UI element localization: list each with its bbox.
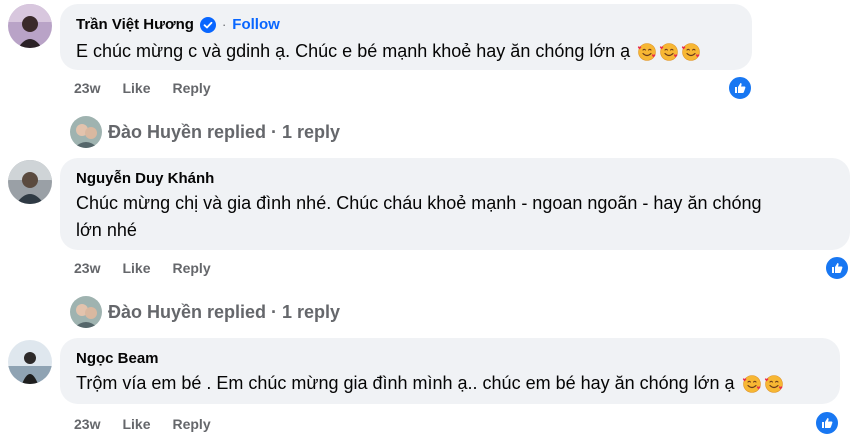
comment-actions: 23w Like Reply xyxy=(74,80,211,96)
comment-author[interactable]: Trần Việt Hương xyxy=(76,16,194,33)
avatar[interactable] xyxy=(8,340,52,384)
like-button[interactable]: Like xyxy=(122,260,150,276)
thumbs-up-icon xyxy=(832,263,843,273)
like-button[interactable]: Like xyxy=(122,416,150,432)
reply-button[interactable]: Reply xyxy=(172,260,210,276)
timestamp[interactable]: 23w xyxy=(74,260,100,276)
emoji-group xyxy=(740,373,784,394)
verified-badge-icon xyxy=(199,16,216,33)
reply-button[interactable]: Reply xyxy=(172,80,210,96)
avatar[interactable] xyxy=(8,4,52,48)
comment-actions: 23w Like Reply xyxy=(74,416,211,432)
comment-author[interactable]: Nguyễn Duy Khánh xyxy=(76,170,214,187)
like-button[interactable]: Like xyxy=(122,80,150,96)
comment-bubble: Nguyễn Duy Khánh Chúc mừng chị và gia đì… xyxy=(60,158,850,250)
like-reaction-badge[interactable] xyxy=(814,410,840,436)
comment-bubble: Ngọc Beam Trộm vía em bé . Em chúc mừng … xyxy=(60,338,840,404)
thumbs-up-icon xyxy=(822,418,833,428)
comment-text-body: E chúc mừng c và gdinh ạ. Chúc e bé mạnh… xyxy=(76,41,631,61)
comment-text: E chúc mừng c và gdinh ạ. Chúc e bé mạnh… xyxy=(76,38,701,65)
replies-label[interactable]: Đào Huyền replied · 1 reply xyxy=(108,302,340,323)
comment-text-line: Chúc mừng chị và gia đình nhé. Chúc cháu… xyxy=(76,193,762,213)
emoji-group xyxy=(635,41,701,62)
smiling-face-with-hearts-icon xyxy=(682,43,701,62)
comment-text-body: Trộm vía em bé . Em chúc mừng gia đình m… xyxy=(76,373,735,393)
like-reaction-badge[interactable] xyxy=(727,75,753,101)
comment-text: Chúc mừng chị và gia đình nhé. Chúc cháu… xyxy=(76,190,762,244)
like-reaction-badge[interactable] xyxy=(824,255,850,281)
view-replies-link[interactable]: Đào Huyền replied · 1 reply xyxy=(70,116,340,148)
separator-dot: · xyxy=(221,17,227,32)
comment-actions: 23w Like Reply xyxy=(74,260,211,276)
comment-text: Trộm vía em bé . Em chúc mừng gia đình m… xyxy=(76,370,784,397)
smiling-face-with-hearts-icon xyxy=(742,375,761,394)
view-replies-link[interactable]: Đào Huyền replied · 1 reply xyxy=(70,296,340,328)
avatar[interactable] xyxy=(8,160,52,204)
smiling-face-with-hearts-icon xyxy=(660,43,679,62)
comment-text-line: lớn nhé xyxy=(76,220,137,240)
replies-label[interactable]: Đào Huyền replied · 1 reply xyxy=(108,122,340,143)
timestamp[interactable]: 23w xyxy=(74,80,100,96)
reply-button[interactable]: Reply xyxy=(172,416,210,432)
comment-author[interactable]: Ngọc Beam xyxy=(76,350,159,367)
smiling-face-with-hearts-icon xyxy=(638,43,657,62)
comment-bubble: Trần Việt Hương · Follow E chúc mừng c v… xyxy=(60,4,752,70)
reply-avatar xyxy=(70,296,102,328)
smiling-face-with-hearts-icon xyxy=(764,375,783,394)
follow-button[interactable]: Follow xyxy=(232,16,280,33)
reply-avatar xyxy=(70,116,102,148)
timestamp[interactable]: 23w xyxy=(74,416,100,432)
thumbs-up-icon xyxy=(735,83,746,93)
